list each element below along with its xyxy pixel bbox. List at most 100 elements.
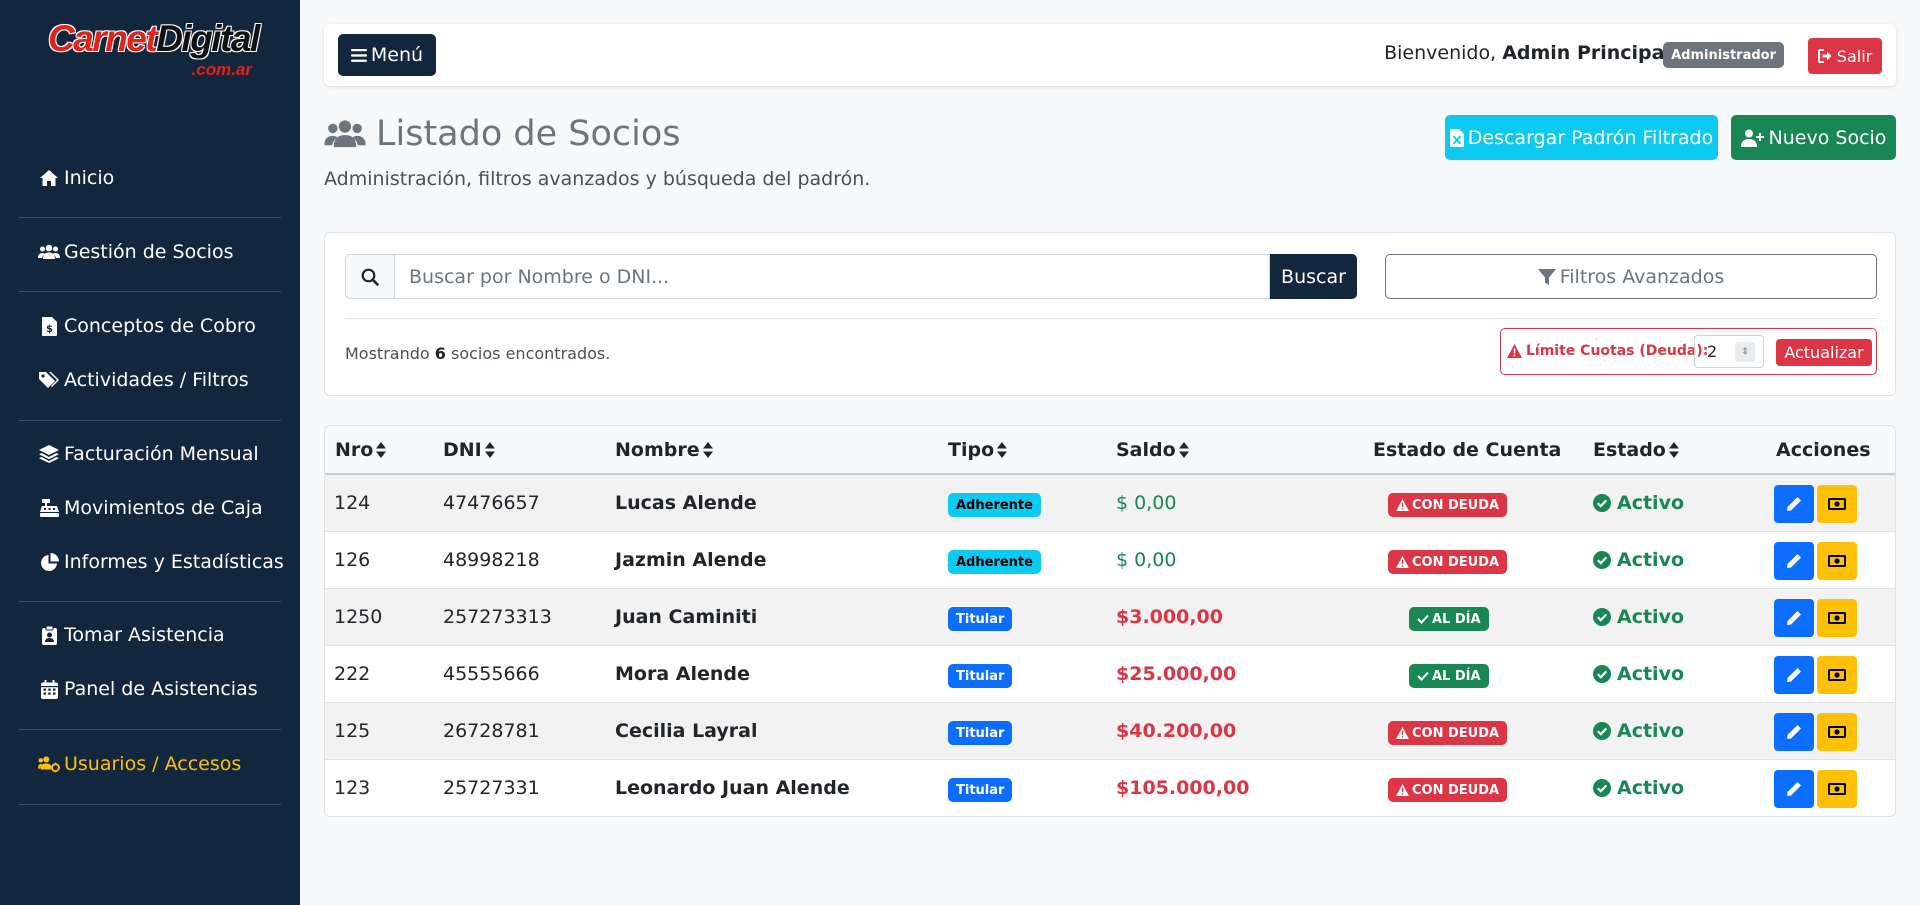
status-label: Activo [1617,492,1685,514]
payment-button[interactable] [1817,485,1857,523]
welcome-prefix: Bienvenido, [1384,42,1497,64]
account-status-label: CON DEUDA [1412,782,1500,798]
search-button[interactable]: Buscar [1270,254,1357,299]
column-header-estado[interactable]: Estado [1593,439,1679,461]
warning-icon [1396,784,1409,796]
edit-button[interactable] [1774,485,1814,523]
edit-button[interactable] [1774,656,1814,694]
welcome-text: Bienvenido, Admin Principal [1384,42,1671,64]
sort-icon [997,442,1008,458]
logout-button[interactable]: Salir [1808,38,1882,74]
cell-nombre: Juan Caminiti [615,606,758,628]
column-header-estado-cuenta: Estado de Cuenta [1373,439,1562,461]
cell-nro: 126 [334,549,371,571]
spinner-arrows-icon[interactable]: ⇕ [1735,342,1755,362]
sidebar-item-informes[interactable]: Informes y Estadísticas [38,547,284,577]
check-circle-icon [1593,665,1611,683]
sidebar-item-actividades[interactable]: Actividades / Filtros [38,365,249,395]
pencil-icon [1786,553,1802,569]
sidebar-item-gestion-socios[interactable]: Gestión de Socios [38,237,233,267]
role-badge: Administrador [1663,42,1784,68]
payment-button[interactable] [1817,656,1857,694]
pencil-icon [1786,610,1802,626]
column-header-label: Estado [1593,439,1666,461]
sidebar-item-facturacion[interactable]: Facturación Mensual [38,439,259,469]
check-icon [1417,614,1429,624]
debt-limit-value: 2 [1707,342,1718,361]
column-header-label: Saldo [1116,439,1176,461]
cell-nombre: Leonardo Juan Alende [615,777,850,799]
cell-nombre: Lucas Alende [615,492,757,514]
layers-icon [38,443,60,465]
search-card: Buscar Filtros Avanzados Mostrando 6 soc… [324,232,1896,396]
sidebar-item-movimientos-caja[interactable]: Movimientos de Caja [38,493,263,523]
column-header-saldo[interactable]: Saldo [1116,439,1189,461]
filter-icon [1537,268,1556,286]
page-subtitle: Administración, filtros avanzados y búsq… [324,168,871,190]
cell-nombre: Mora Alende [615,663,750,685]
edit-button[interactable] [1774,599,1814,637]
sidebar-divider [19,601,281,602]
table-row: 125 26728781 Cecilia Layral Titular $40.… [325,703,1895,760]
search-group: Buscar [345,254,1357,299]
warning-icon [1396,727,1409,739]
edit-button[interactable] [1774,542,1814,580]
debt-limit-form: Límite Cuotas (Deuda): 2 ⇕ Actualizar [1500,328,1877,375]
money-bill-icon [1828,611,1846,625]
pencil-icon [1786,724,1802,740]
money-bill-icon [1828,497,1846,511]
sidebar-item-usuarios[interactable]: Usuarios / Accesos [38,749,241,779]
sidebar-item-panel-asistencias[interactable]: Panel de Asistencias [38,674,258,704]
column-header-nro[interactable]: Nro [335,439,387,461]
account-status-badge: CON DEUDA [1388,550,1508,574]
warning-icon [1396,556,1409,568]
status-label: Activo [1617,549,1685,571]
debt-limit-input[interactable]: 2 ⇕ [1694,335,1764,368]
page-title: Listado de Socios [324,114,681,154]
payment-button[interactable] [1817,599,1857,637]
download-label: Descargar Padrón Filtrado [1467,126,1714,149]
svg-text:$: $ [46,324,53,335]
debt-limit-label: Límite Cuotas (Deuda): [1507,343,1708,359]
money-bill-icon [1828,725,1846,739]
payment-button[interactable] [1817,713,1857,751]
sidebar-item-label: Movimientos de Caja [64,497,263,519]
advanced-filters-button[interactable]: Filtros Avanzados [1385,254,1877,299]
tipo-badge: Adherente [948,550,1041,574]
new-socio-button[interactable]: Nuevo Socio [1731,115,1896,160]
status-label: Activo [1617,777,1685,799]
payment-button[interactable] [1817,542,1857,580]
clipboard-user-icon [38,624,60,646]
pencil-icon [1786,667,1802,683]
menu-button[interactable]: Menú [338,34,436,76]
sidebar-item-tomar-asistencia[interactable]: Tomar Asistencia [38,620,225,650]
brand-part-1: Carnet [48,18,158,59]
column-header-dni[interactable]: DNI [443,439,495,461]
sidebar-divider [19,217,281,218]
sidebar-item-label: Actividades / Filtros [64,369,249,391]
column-header-nombre[interactable]: Nombre [615,439,713,461]
sort-icon [1178,442,1189,458]
sidebar-item-conceptos-cobro[interactable]: $ Conceptos de Cobro [38,311,256,341]
table-row: 222 45555666 Mora Alende Titular $25.000… [325,646,1895,703]
column-header-tipo[interactable]: Tipo [948,439,1008,461]
home-icon [38,167,60,189]
account-status-badge: AL DÍA [1409,607,1489,631]
account-status-badge: CON DEUDA [1388,778,1508,802]
payment-button[interactable] [1817,770,1857,808]
sidebar-item-inicio[interactable]: Inicio [38,163,114,193]
users-icon [38,241,60,263]
search-input[interactable] [394,254,1270,299]
brand-logo[interactable]: CarnetDigital .com.ar [48,18,260,86]
cash-register-icon [38,497,60,519]
warning-icon [1396,499,1409,511]
hamburger-icon [350,48,367,63]
users-icon [324,119,366,149]
cell-dni: 48998218 [443,549,540,571]
account-status-label: CON DEUDA [1412,497,1500,513]
edit-button[interactable] [1774,713,1814,751]
download-padron-button[interactable]: Descargar Padrón Filtrado [1445,115,1718,160]
sort-icon [376,442,387,458]
edit-button[interactable] [1774,770,1814,808]
update-limit-button[interactable]: Actualizar [1776,339,1872,366]
